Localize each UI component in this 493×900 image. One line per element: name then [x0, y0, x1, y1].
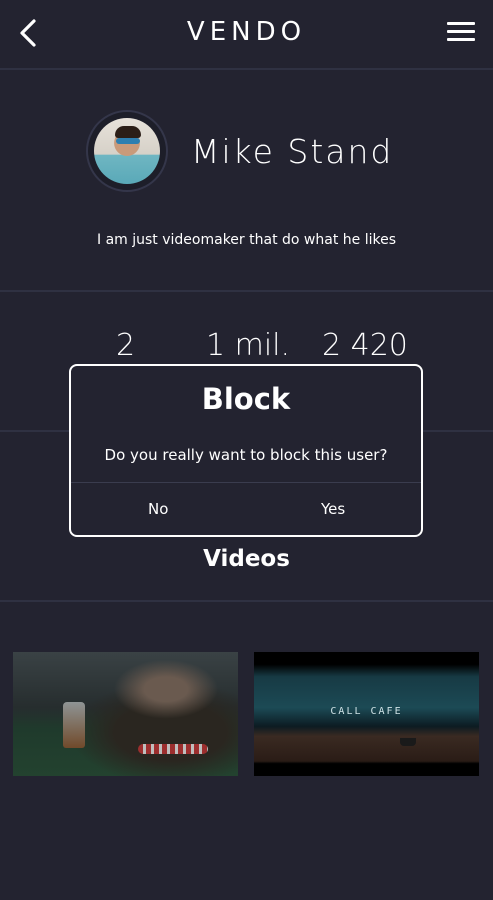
video-thumbnail[interactable] — [13, 652, 238, 776]
no-button[interactable]: No — [148, 500, 168, 518]
stat-value: 2 420 — [322, 328, 408, 363]
profile-name: Mike Stand — [191, 132, 394, 171]
top-bar: VENDO — [0, 0, 493, 70]
avatar-image — [94, 118, 160, 184]
thumbnail-caption: CALL CAFE — [330, 706, 403, 717]
stat-value: 2 — [116, 328, 136, 363]
stat-value: 1 mil. — [206, 328, 291, 363]
dialog-title: Block — [201, 382, 291, 416]
dialog-message: Do you really want to block this user? — [104, 446, 388, 464]
profile-header: Mike Stand I am just videomaker that do … — [0, 72, 493, 292]
video-thumbnail[interactable]: CALL CAFE — [254, 652, 479, 776]
app-logo: VENDO — [186, 17, 307, 47]
block-dialog: Block Do you really want to block this u… — [69, 364, 423, 537]
dialog-divider — [71, 482, 421, 483]
hamburger-menu-icon — [447, 22, 475, 25]
yes-button[interactable]: Yes — [321, 500, 345, 518]
avatar[interactable] — [86, 110, 168, 192]
videos-title: Videos — [203, 546, 290, 572]
profile-bio: I am just videomaker that do what he lik… — [97, 232, 396, 248]
menu-button[interactable] — [447, 22, 475, 46]
